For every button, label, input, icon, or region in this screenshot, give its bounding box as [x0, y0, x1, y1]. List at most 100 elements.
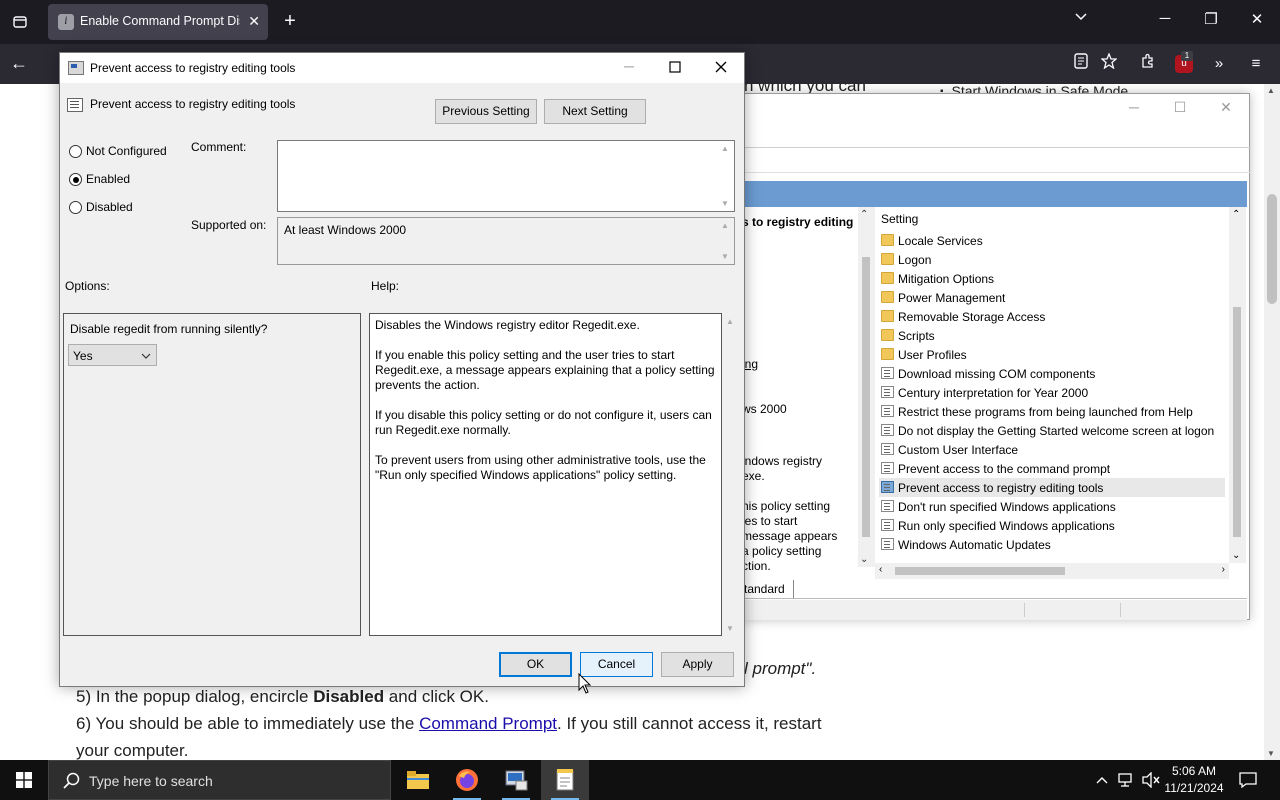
- policy-setting-icon: [67, 98, 83, 112]
- scroll-down-icon[interactable]: ▼: [721, 199, 729, 208]
- supported-scrollbar[interactable]: ▲ ▼: [717, 218, 734, 264]
- regedit-silent-dropdown[interactable]: Yes: [68, 344, 157, 366]
- overflow-menu-icon[interactable]: »: [1207, 53, 1231, 75]
- next-setting-button[interactable]: Next Setting: [544, 99, 646, 124]
- gpedit-desc-line: indows registry: [742, 454, 823, 468]
- gpedit-setting-row[interactable]: Windows Automatic Updates: [879, 535, 1225, 554]
- scroll-down-icon[interactable]: ▼: [726, 624, 734, 633]
- gpedit-close-button[interactable]: ✕: [1216, 99, 1236, 116]
- scroll-up-icon[interactable]: ▲: [721, 221, 729, 230]
- comment-scrollbar[interactable]: ▲ ▼: [717, 141, 734, 211]
- policy-name-label: Prevent access to registry editing tools: [90, 97, 296, 111]
- scroll-up-icon[interactable]: ⌃: [1232, 209, 1240, 220]
- gpedit-setting-row[interactable]: Don't run specified Windows applications: [879, 497, 1225, 516]
- radio-label[interactable]: Enabled: [86, 172, 130, 186]
- scroll-up-icon[interactable]: ⌃: [860, 209, 868, 220]
- gpedit-setting-row[interactable]: Restrict these programs from being launc…: [879, 402, 1225, 421]
- scroll-thumb[interactable]: [1267, 194, 1277, 304]
- scroll-right-icon[interactable]: ›: [1222, 564, 1225, 575]
- gpedit-desc-scrollbar[interactable]: ⌃ ⌄: [858, 207, 875, 567]
- scroll-down-icon[interactable]: ⌄: [860, 554, 868, 565]
- network-icon[interactable]: [1117, 772, 1135, 791]
- scroll-up-icon[interactable]: ▲: [1267, 86, 1275, 95]
- scroll-up-icon[interactable]: ▲: [721, 144, 729, 153]
- group-policy-editor-window[interactable]: ─ ☐ ✕ s to registry editing ing ws 2000 in…: [741, 93, 1251, 620]
- browser-restore-button[interactable]: ❐: [1196, 10, 1226, 28]
- dialog-maximize-button[interactable]: [660, 58, 690, 78]
- tab-close-icon[interactable]: ✕: [248, 13, 260, 30]
- gpedit-tab-standard[interactable]: tandard: [742, 580, 794, 598]
- taskbar-notepad[interactable]: [541, 760, 589, 800]
- gpedit-setting-row[interactable]: Logon: [879, 250, 1225, 269]
- gpedit-setting-row[interactable]: Locale Services: [879, 231, 1225, 250]
- gpedit-setting-row[interactable]: Custom User Interface: [879, 440, 1225, 459]
- gpedit-setting-row[interactable]: User Profiles: [879, 345, 1225, 364]
- gpedit-settings-list[interactable]: Setting Locale Services Logon Mitigation O…: [875, 207, 1229, 563]
- dialog-minimize-button[interactable]: ─: [614, 58, 644, 78]
- gpedit-setting-row[interactable]: Scripts: [879, 326, 1225, 345]
- back-button[interactable]: ←: [10, 53, 28, 74]
- gpedit-setting-row[interactable]: Run only specified Windows applications: [879, 516, 1225, 535]
- gpedit-setting-row[interactable]: Prevent access to the command prompt: [879, 459, 1225, 478]
- app-menu-icon[interactable]: ≡: [1244, 53, 1268, 75]
- help-scrollbar[interactable]: ▲ ▼: [722, 313, 739, 636]
- radio-label[interactable]: Disabled: [86, 200, 133, 214]
- show-hidden-icons-icon[interactable]: [1096, 772, 1108, 788]
- volume-muted-icon[interactable]: [1141, 771, 1161, 791]
- scroll-left-icon[interactable]: ‹: [879, 564, 882, 575]
- radio-circle[interactable]: [69, 173, 82, 186]
- scroll-down-icon[interactable]: ▼: [721, 252, 729, 261]
- tab-manager-icon[interactable]: [8, 11, 32, 33]
- scroll-up-icon[interactable]: ▲: [726, 317, 734, 326]
- dialog-title-bar[interactable]: Prevent access to registry editing tools…: [60, 53, 744, 83]
- extensions-icon[interactable]: [1136, 53, 1160, 75]
- browser-tab-active[interactable]: i Enable Command Prompt Disa ✕: [48, 4, 268, 40]
- start-button[interactable]: [0, 760, 48, 800]
- browser-minimize-button[interactable]: ─: [1150, 10, 1180, 27]
- taskbar-file-explorer[interactable]: [394, 760, 442, 800]
- taskbar-group-policy-editor[interactable]: [492, 760, 540, 800]
- taskbar-clock-date[interactable]: 11/21/2024: [1162, 781, 1226, 795]
- new-tab-button[interactable]: +: [278, 10, 302, 33]
- page-scrollbar[interactable]: ▲ ▼: [1264, 84, 1280, 760]
- gpedit-maximize-button[interactable]: ☐: [1170, 99, 1190, 116]
- gpedit-setting-row[interactable]: Prevent access to registry editing tools: [879, 478, 1225, 497]
- scroll-thumb[interactable]: [895, 567, 1065, 575]
- gpedit-horizontal-scrollbar[interactable]: ‹ ›: [875, 563, 1229, 579]
- taskbar-clock-time[interactable]: 5:06 AM: [1162, 764, 1226, 778]
- comment-textarea[interactable]: ▲ ▼: [277, 140, 735, 212]
- command-prompt-link[interactable]: Command Prompt: [419, 714, 557, 733]
- radio-circle[interactable]: [69, 201, 82, 214]
- dialog-close-button[interactable]: [706, 58, 736, 78]
- apply-button[interactable]: Apply: [661, 652, 734, 677]
- gpedit-setting-row[interactable]: Do not display the Getting Started welco…: [879, 421, 1225, 440]
- gpedit-setting-row[interactable]: Mitigation Options: [879, 269, 1225, 288]
- chevron-down-icon[interactable]: [141, 348, 151, 364]
- scroll-thumb[interactable]: [1233, 307, 1241, 537]
- bookmark-star-icon[interactable]: [1097, 52, 1121, 75]
- previous-setting-button[interactable]: Previous Setting: [435, 99, 537, 124]
- gpedit-list-scrollbar[interactable]: ⌃ ⌄: [1229, 207, 1246, 563]
- taskbar-search-box[interactable]: Type here to search: [48, 760, 391, 800]
- gpedit-column-setting[interactable]: Setting: [881, 212, 918, 226]
- search-placeholder[interactable]: Type here to search: [89, 773, 213, 789]
- gpedit-setting-row[interactable]: Removable Storage Access: [879, 307, 1225, 326]
- reader-view-icon[interactable]: [1069, 53, 1093, 75]
- scroll-down-icon[interactable]: ⌄: [1232, 550, 1240, 561]
- taskbar-firefox[interactable]: [443, 760, 491, 800]
- gpedit-setting-row[interactable]: Download missing COM components: [879, 364, 1225, 383]
- radio-circle[interactable]: [69, 145, 82, 158]
- ok-button[interactable]: OK: [499, 652, 572, 677]
- browser-close-button[interactable]: ✕: [1242, 10, 1272, 28]
- gpedit-minimize-button[interactable]: ─: [1124, 99, 1144, 115]
- notification-center-icon[interactable]: [1239, 772, 1257, 791]
- gpedit-setting-row[interactable]: Century interpretation for Year 2000: [879, 383, 1225, 402]
- radio-label[interactable]: Not Configured: [86, 144, 167, 158]
- help-paragraph: Disables the Windows registry editor Reg…: [375, 318, 640, 332]
- list-all-tabs-icon[interactable]: [1066, 10, 1096, 28]
- gpedit-setting-row[interactable]: Power Management: [879, 288, 1225, 307]
- policy-setting-dialog[interactable]: Prevent access to registry editing tools…: [59, 52, 745, 687]
- article-step-5: 5) In the popup dialog, encircle Disable…: [76, 687, 489, 707]
- scroll-thumb[interactable]: [862, 257, 870, 537]
- scroll-down-icon[interactable]: ▼: [1267, 749, 1275, 758]
